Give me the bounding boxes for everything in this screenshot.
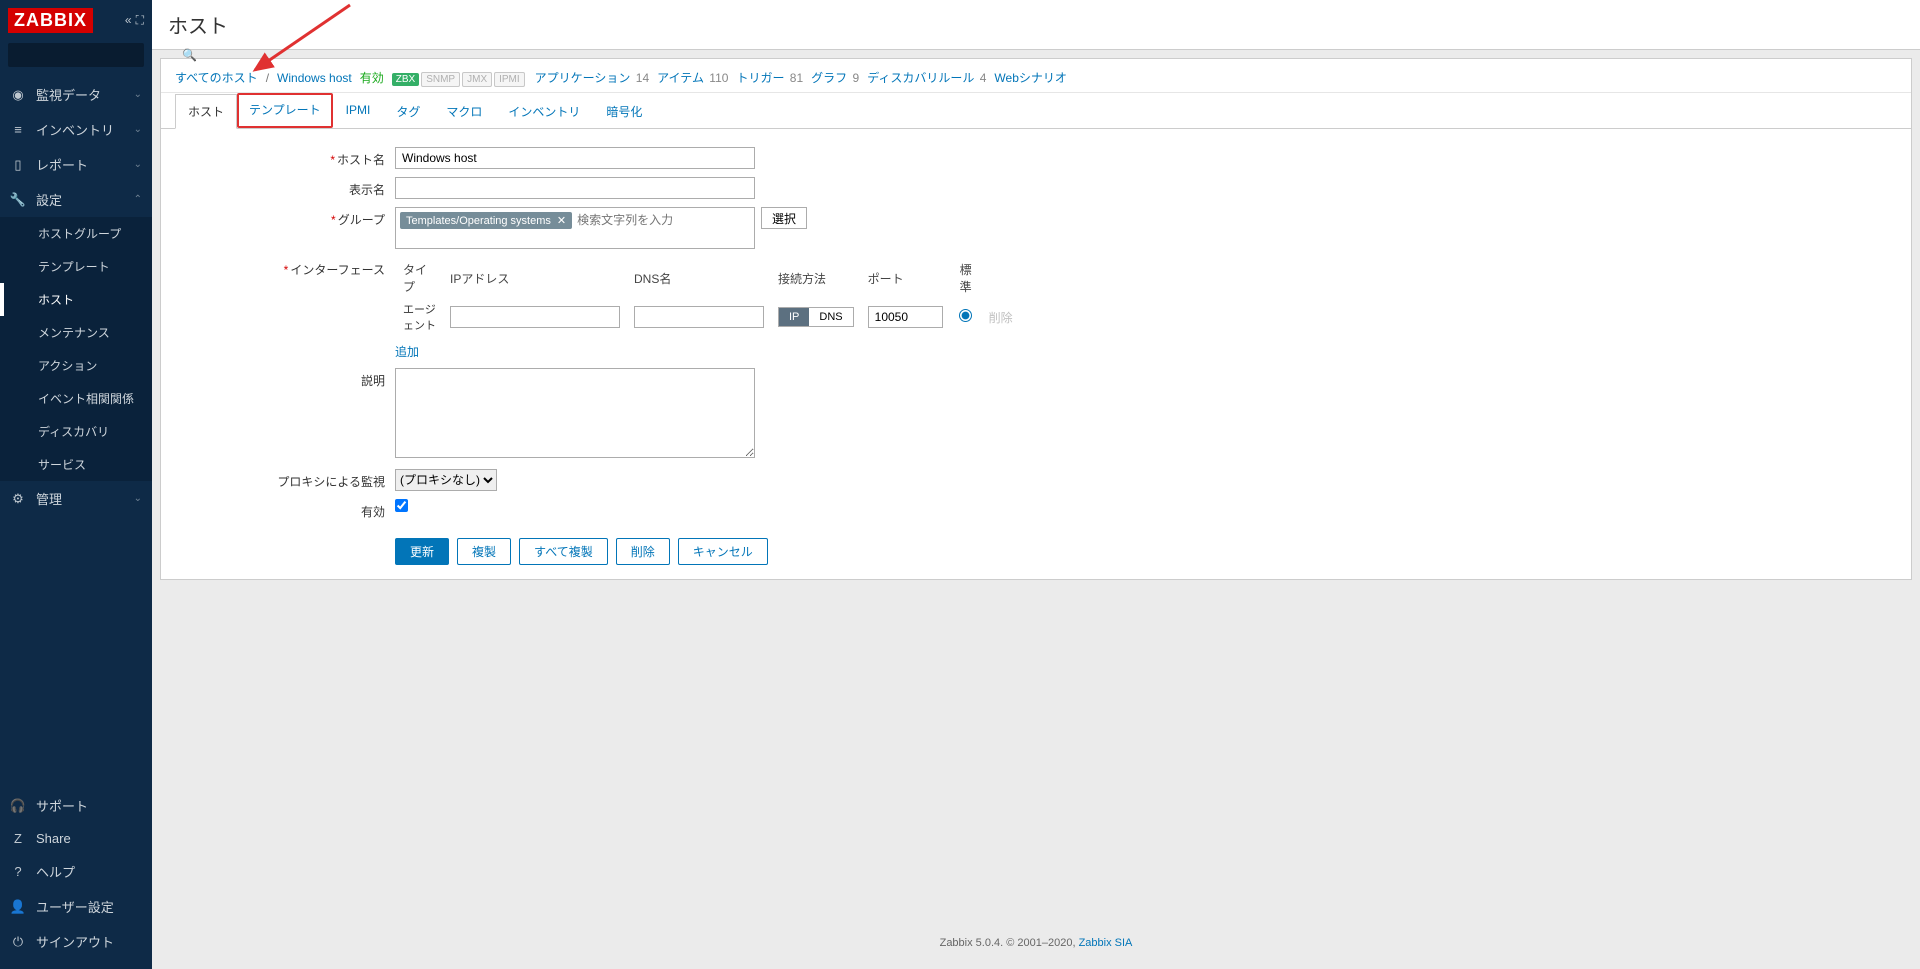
foot-share[interactable]: ZShare (0, 823, 152, 854)
subnav-maintenance[interactable]: メンテナンス (0, 316, 152, 349)
hostname-input[interactable] (395, 147, 755, 169)
delete-button[interactable]: 削除 (616, 538, 670, 565)
tabs: ホスト テンプレート IPMI タグ マクロ インベントリ 暗号化 (161, 93, 1911, 129)
chevron-up-icon: ⌃ (134, 194, 142, 205)
chip-remove-icon[interactable]: ✕ (557, 214, 566, 227)
nav-configuration[interactable]: 🔧設定⌃ (0, 182, 152, 217)
user-icon: 👤 (10, 899, 26, 915)
clone-button[interactable]: 複製 (457, 538, 511, 565)
z-icon: Z (10, 831, 26, 846)
if-delete-link[interactable]: 削除 (989, 311, 1013, 325)
footer: Zabbix 5.0.4. © 2001–2020, Zabbix SIA (152, 927, 1920, 969)
question-icon: ? (10, 864, 26, 879)
visiblename-input[interactable] (395, 177, 755, 199)
status-enabled: 有効 (360, 69, 384, 86)
subnav-discovery[interactable]: ディスカバリ (0, 415, 152, 448)
description-textarea[interactable] (395, 368, 755, 458)
fullclone-button[interactable]: すべて複製 (519, 538, 608, 565)
sidebar: ZABBIX « ⛶ 🔍 ◉監視データ⌄ ≡インベントリ⌄ ▯レポート⌄ 🔧設定… (0, 0, 152, 969)
bar-icon: ▯ (10, 157, 26, 173)
breadcrumb-current[interactable]: Windows host (277, 71, 352, 85)
group-chip: Templates/Operating systems✕ (400, 212, 572, 229)
proxy-select[interactable]: (プロキシなし) (395, 469, 497, 491)
enabled-checkbox[interactable] (395, 499, 408, 512)
nav-monitoring[interactable]: ◉監視データ⌄ (0, 77, 152, 112)
nav-reports[interactable]: ▯レポート⌄ (0, 147, 152, 182)
interfaces-table: タイプ IPアドレス DNS名 接続方法 ポート 標準 エージェント (395, 257, 1021, 337)
sub-nav-configuration: ホストグループ テンプレート ホスト メンテナンス アクション イベント相関関係… (0, 217, 152, 481)
host-form: *ホスト名 表示名 *グループ Templates/Operating syst… (161, 129, 1911, 579)
if-ip-input[interactable] (450, 306, 620, 328)
nav-administration[interactable]: ⚙管理⌄ (0, 481, 152, 516)
footer-link[interactable]: Zabbix SIA (1079, 937, 1133, 949)
page-title: ホスト (152, 0, 1920, 50)
form-buttons: 更新 複製 すべて複製 削除 キャンセル (395, 538, 1897, 565)
cancel-button[interactable]: キャンセル (678, 538, 768, 565)
foot-signout[interactable]: ⏻サインアウト (0, 924, 152, 959)
content-panel: すべてのホスト / Windows host 有効 ZBXSNMPJMXIPMI… (160, 58, 1912, 580)
tag-snmp: SNMP (421, 72, 460, 87)
search-input[interactable] (9, 48, 176, 62)
subnav-services[interactable]: サービス (0, 448, 152, 481)
foot-help[interactable]: ?ヘルプ (0, 854, 152, 889)
chevron-down-icon: ⌄ (134, 493, 142, 504)
subnav-templates[interactable]: テンプレート (0, 250, 152, 283)
add-interface-link[interactable]: 追加 (395, 343, 419, 360)
search-icon[interactable]: 🔍 (176, 48, 203, 62)
subnav-hosts[interactable]: ホスト (0, 283, 152, 316)
link-graphs[interactable]: グラフ (811, 71, 847, 85)
tab-host[interactable]: ホスト (175, 94, 237, 129)
subnav-actions[interactable]: アクション (0, 349, 152, 382)
if-port-input[interactable] (868, 306, 943, 328)
groups-select-button[interactable]: 選択 (761, 207, 807, 229)
power-icon: ⏻ (10, 934, 26, 950)
interface-row: エージェント IP DNS (397, 299, 1019, 335)
nav-inventory[interactable]: ≡インベントリ⌄ (0, 112, 152, 147)
tag-jmx: JMX (462, 72, 492, 87)
tag-ipmi: IPMI (494, 72, 525, 87)
groups-search-input[interactable] (574, 210, 752, 230)
tag-zbx: ZBX (392, 73, 419, 86)
subnav-eventcorr[interactable]: イベント相関関係 (0, 382, 152, 415)
logo: ZABBIX (8, 8, 93, 33)
chevron-down-icon: ⌄ (134, 124, 142, 135)
if-dns-input[interactable] (634, 306, 764, 328)
search-input-wrap: 🔍 (8, 43, 144, 67)
foot-usersettings[interactable]: 👤ユーザー設定 (0, 889, 152, 924)
wrench-icon: 🔧 (10, 192, 26, 208)
if-default-radio[interactable] (959, 309, 972, 322)
eye-icon: ◉ (10, 87, 26, 103)
list-icon: ≡ (10, 122, 26, 137)
breadcrumb-all-hosts[interactable]: すべてのホスト (175, 69, 258, 86)
groups-multiselect[interactable]: Templates/Operating systems✕ (395, 207, 755, 249)
tab-ipmi[interactable]: IPMI (333, 94, 384, 129)
link-triggers[interactable]: トリガー (736, 71, 784, 85)
chevron-down-icon: ⌄ (134, 89, 142, 100)
conn-ip-button[interactable]: IP (779, 308, 809, 326)
connection-toggle: IP DNS (778, 307, 854, 327)
link-discovery[interactable]: ディスカバリルール (867, 71, 974, 85)
subnav-hostgroups[interactable]: ホストグループ (0, 217, 152, 250)
link-items[interactable]: アイテム (657, 71, 704, 85)
chevron-down-icon: ⌄ (134, 159, 142, 170)
tab-macros[interactable]: マクロ (433, 94, 495, 129)
tab-inventory[interactable]: インベントリ (495, 94, 593, 129)
update-button[interactable]: 更新 (395, 538, 449, 565)
expand-icon[interactable]: ⛶ (136, 13, 144, 28)
link-applications[interactable]: アプリケーション (535, 71, 631, 85)
main-content: ホスト すべてのホスト / Windows host 有効 ZBXSNMPJMX… (152, 0, 1920, 969)
foot-support[interactable]: 🎧サポート (0, 788, 152, 823)
link-web[interactable]: Webシナリオ (994, 71, 1066, 85)
tab-tags[interactable]: タグ (383, 94, 433, 129)
collapse-icon[interactable]: « (125, 13, 132, 28)
conn-dns-button[interactable]: DNS (809, 308, 852, 326)
headset-icon: 🎧 (10, 798, 26, 814)
tab-templates[interactable]: テンプレート (237, 93, 333, 128)
tab-encryption[interactable]: 暗号化 (593, 94, 655, 129)
gear-icon: ⚙ (10, 491, 26, 507)
breadcrumb: すべてのホスト / Windows host 有効 ZBXSNMPJMXIPMI… (161, 59, 1911, 93)
